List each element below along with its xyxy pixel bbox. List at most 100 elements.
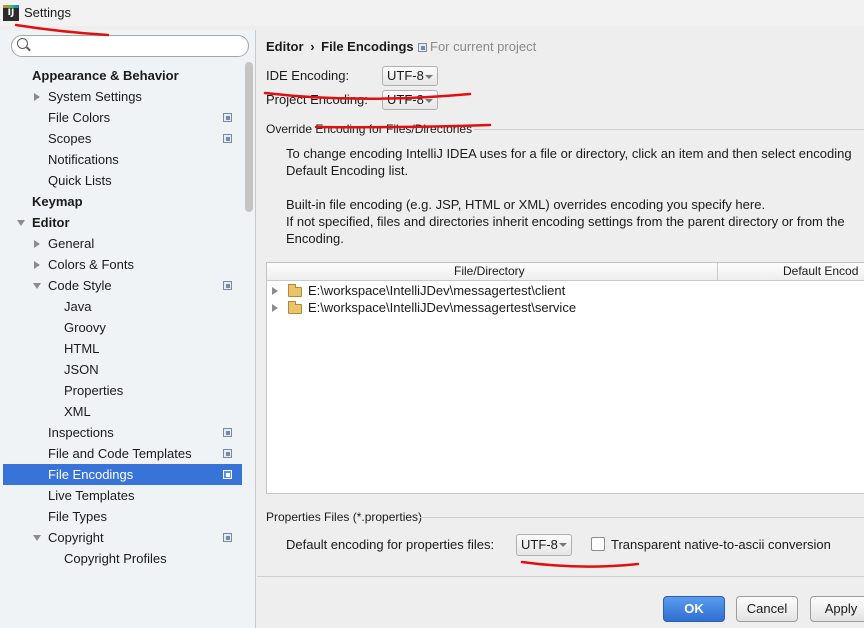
sidebar-item-label: General	[48, 236, 95, 251]
override-description: To change encoding IntelliJ IDEA uses fo…	[286, 146, 852, 161]
transparent-native-to-ascii-label[interactable]: Transparent native-to-ascii conversion	[611, 537, 831, 552]
project-scope-icon	[223, 281, 232, 290]
collapse-arrow-icon[interactable]	[33, 283, 41, 289]
sidebar-item-inspections[interactable]: Inspections	[48, 422, 114, 443]
sidebar-item-colors-fonts[interactable]: Colors & Fonts	[34, 254, 134, 275]
sidebar-item-quick-lists[interactable]: Quick Lists	[48, 170, 112, 191]
file-path: E:\workspace\IntelliJDev\messagertest\se…	[308, 300, 577, 315]
sidebar-item-file-colors[interactable]: File Colors	[48, 107, 110, 128]
project-scope-icon	[418, 43, 427, 52]
sidebar-item-appearance-behavior[interactable]: Appearance & Behavior	[32, 65, 179, 86]
override-section-title: Override Encoding for Files/Directories	[266, 122, 473, 136]
sidebar-item-label: Java	[64, 299, 92, 314]
title-bar: IJ Settings	[0, 0, 864, 26]
sidebar-item-java[interactable]: Java	[64, 296, 91, 317]
sidebar-item-label: Copyright Profiles	[64, 551, 167, 566]
sidebar-item-code-style[interactable]: Code Style	[33, 275, 112, 296]
sidebar-item-editor[interactable]: Editor	[17, 212, 70, 233]
properties-encoding-combo[interactable]: UTF-8	[516, 534, 572, 556]
sidebar-item-general[interactable]: General	[34, 233, 95, 254]
sidebar-item-label: File and Code Templates	[48, 446, 192, 461]
apply-button[interactable]: Apply	[810, 596, 864, 622]
folder-icon	[288, 301, 302, 314]
chevron-down-icon	[425, 99, 433, 103]
expand-arrow-icon[interactable]	[34, 240, 40, 248]
collapse-arrow-icon[interactable]	[17, 220, 25, 226]
sidebar-scrollbar[interactable]	[245, 62, 253, 212]
project-scope-icon	[223, 113, 232, 122]
sidebar-item-label: Properties	[64, 383, 124, 398]
breadcrumb-separator: ›	[310, 39, 315, 54]
sidebar-item-live-templates[interactable]: Live Templates	[48, 485, 134, 506]
sidebar-item-scopes[interactable]: Scopes	[48, 128, 91, 149]
sidebar-item-file-code-templates[interactable]: File and Code Templates	[48, 443, 192, 464]
search-icon	[17, 38, 28, 49]
column-header-default-encoding[interactable]: Default Encod	[783, 264, 858, 278]
sidebar-item-label: File Types	[48, 509, 108, 524]
sidebar-item-xml[interactable]: XML	[64, 401, 91, 422]
breadcrumb: Editor › File Encodings	[266, 39, 414, 54]
section-divider	[474, 129, 864, 130]
cancel-button[interactable]: Cancel	[736, 596, 798, 622]
sidebar-item-label: Copyright	[48, 530, 104, 545]
search-input[interactable]	[34, 38, 244, 54]
project-scope-icon	[223, 449, 232, 458]
sidebar-item-file-types[interactable]: File Types	[48, 506, 107, 527]
sidebar-item-label: File Colors	[48, 110, 111, 125]
expand-arrow-icon[interactable]	[34, 261, 40, 269]
ok-button[interactable]: OK	[663, 596, 725, 622]
sidebar-item-copyright[interactable]: Copyright	[33, 527, 104, 548]
sidebar-item-copyright-profiles[interactable]: Copyright Profiles	[64, 548, 167, 569]
settings-search[interactable]	[11, 35, 249, 57]
sidebar-item-label: JSON	[64, 362, 99, 377]
project-encoding-value: UTF-8	[387, 92, 424, 107]
properties-section-title: Properties Files (*.properties)	[266, 510, 423, 524]
folder-icon	[288, 284, 302, 297]
sidebar-item-html[interactable]: HTML	[64, 338, 99, 359]
sidebar-item-label: Code Style	[48, 278, 112, 293]
expand-arrow-icon[interactable]	[272, 287, 278, 295]
sidebar-item-notifications[interactable]: Notifications	[48, 149, 119, 170]
sidebar-item-label: Editor	[32, 215, 70, 230]
sidebar-item-label: Scopes	[48, 131, 92, 146]
section-divider	[420, 517, 864, 518]
project-scope-icon	[223, 533, 232, 542]
sidebar-item-groovy[interactable]: Groovy	[64, 317, 106, 338]
sidebar-item-label: Keymap	[32, 194, 83, 209]
override-description: If not specified, files and directories …	[286, 214, 845, 229]
sidebar-item-keymap[interactable]: Keymap	[32, 191, 83, 212]
table-row[interactable]: E:\workspace\IntelliJDev\messagertest\cl…	[267, 282, 864, 300]
project-scope-icon	[223, 134, 232, 143]
breadcrumb-parent: Editor	[266, 39, 304, 54]
sidebar-item-label: Live Templates	[48, 488, 135, 503]
chevron-down-icon	[559, 543, 567, 547]
file-encoding-table[interactable]: File/Directory Default Encod E:\workspac…	[266, 262, 864, 494]
ide-encoding-combo[interactable]: UTF-8	[382, 66, 438, 86]
transparent-native-to-ascii-checkbox[interactable]	[591, 537, 605, 551]
sidebar-item-json[interactable]: JSON	[64, 359, 99, 380]
column-divider[interactable]	[717, 263, 718, 281]
page-title: File Encodings	[321, 39, 414, 54]
sidebar-item-label: Appearance & Behavior	[32, 68, 179, 83]
collapse-arrow-icon[interactable]	[33, 535, 41, 541]
table-header: File/Directory Default Encod	[267, 263, 864, 281]
sidebar-item-system-settings[interactable]: System Settings	[34, 86, 142, 107]
project-encoding-combo[interactable]: UTF-8	[382, 90, 438, 110]
sidebar-item-label: Groovy	[64, 320, 106, 335]
sidebar-item-file-encodings[interactable]: File Encodings	[3, 464, 242, 485]
ide-encoding-value: UTF-8	[387, 68, 424, 83]
ide-encoding-label: IDE Encoding:	[266, 68, 350, 83]
sidebar-item-properties[interactable]: Properties	[64, 380, 123, 401]
expand-arrow-icon[interactable]	[34, 93, 40, 101]
project-encoding-label: Project Encoding:	[266, 92, 368, 107]
footer-divider	[257, 576, 864, 577]
sidebar-item-label: Quick Lists	[48, 173, 112, 188]
scope-note: For current project	[430, 39, 537, 54]
table-row[interactable]: E:\workspace\IntelliJDev\messagertest\se…	[267, 299, 864, 317]
expand-arrow-icon[interactable]	[272, 304, 278, 312]
sidebar-item-label: XML	[64, 404, 91, 419]
column-header-file-directory[interactable]: File/Directory	[454, 264, 525, 278]
override-description: Built-in file encoding (e.g. JSP, HTML o…	[286, 197, 766, 212]
project-scope-icon	[223, 428, 232, 437]
sidebar-item-label: HTML	[64, 341, 100, 356]
